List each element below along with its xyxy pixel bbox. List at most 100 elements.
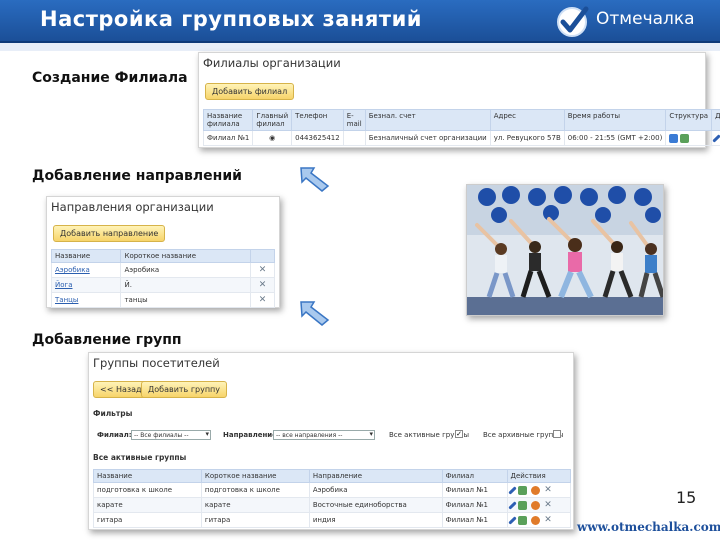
column-header: Структура [665,109,713,131]
table-row[interactable]: Аэробика Аэробика ✕ [50,262,275,278]
group-short: подготовка к школе [200,482,310,498]
users-group-icon[interactable] [517,500,527,510]
actions-cell: ✕ [506,482,572,498]
group-name: гитара [93,512,202,528]
edit-pencil-icon[interactable] [712,133,720,143]
add-direction-button[interactable]: Добавить направление [53,225,166,242]
section-branch-label: Создание Филиала [32,70,188,86]
branches-panel: Филиалы организации Добавить филиал Назв… [198,52,720,148]
directions-table: Название Короткое название Аэробика Аэро… [50,249,275,308]
delete-icon[interactable]: ✕ [544,500,552,510]
direction-select[interactable]: -- все направления -- [273,430,375,440]
users-group-icon[interactable] [517,485,527,495]
group-branch: Филиал №1 [441,497,508,513]
section-directions-label: Добавление направлений [32,168,242,184]
footer-url[interactable]: www.otmechalka.com [577,520,720,534]
page-title: Настройка групповых занятий [40,7,423,31]
table-header-row: Название Короткое название Направление Ф… [93,469,572,483]
branch-name: Филиал №1 [202,130,254,146]
direction-link[interactable]: Аэробика [55,266,90,274]
users-group-icon[interactable] [680,133,690,143]
table-row[interactable]: гитара гитара индия Филиал №1 ✕ [93,512,572,528]
table-row[interactable]: карате карате Восточные единоборства Фил… [93,497,572,513]
branch-select[interactable]: -- Все филиалы -- [131,430,211,440]
direction-link[interactable]: Танцы [55,296,78,304]
column-header: Короткое название [120,249,251,263]
column-header: Короткое название [200,469,310,483]
branch-address: ул. Ревуцкого 57В [489,130,565,146]
branch-email [342,130,366,146]
actions-cell: ✕ [506,512,572,528]
user-icon[interactable] [669,133,679,143]
group-name: подготовка к школе [93,482,202,498]
delete-icon[interactable]: ✕ [544,515,552,525]
column-header: Телефон [291,109,344,131]
page-number: 15 [676,488,697,507]
column-header: Название [93,469,202,483]
column-header: Направление [308,469,443,483]
add-group-button[interactable]: Добавить группу [141,381,228,398]
group-branch: Филиал №1 [441,482,508,498]
column-header: Действия [711,109,720,131]
delete-icon[interactable]: ✕ [544,485,552,495]
table-row[interactable]: Танцы танцы ✕ [50,292,275,308]
group-name: карате [93,497,202,513]
fitness-class-image [467,185,663,315]
edit-pencil-icon[interactable] [507,485,517,495]
delete-icon[interactable]: ✕ [259,280,267,290]
money-bag-icon[interactable] [531,515,540,525]
direction-short: Й. [120,277,251,293]
direction-link[interactable]: Йога [55,281,73,289]
table-header-row: Название филиала Главный филиал Телефон … [202,109,720,131]
group-branch: Филиал №1 [441,512,508,528]
delete-icon[interactable]: ✕ [259,265,267,275]
active-groups-list-title: Все активные группы [93,453,187,462]
table-header-row: Название Короткое название [50,249,275,263]
branch-phone: 0443625412 [291,130,344,146]
directions-panel: Направления организации Добавить направл… [46,196,280,308]
edit-pencil-icon[interactable] [507,500,517,510]
section-groups-label: Добавление групп [32,332,182,348]
structure-cell [665,130,713,146]
group-direction: Восточные единоборства [308,497,443,513]
delete-icon[interactable]: ✕ [259,295,267,305]
group-direction: Аэробика [308,482,443,498]
actions-cell: ✕ [711,130,720,146]
logo-text: Отмечалка [596,9,695,29]
branch-account: Безналичный счет организации [364,130,491,146]
group-short: гитара [200,512,310,528]
branches-table: Название филиала Главный филиал Телефон … [202,109,720,146]
direction-short: Аэробика [120,262,251,278]
group-direction: индия [308,512,443,528]
table-row[interactable]: Йога Й. ✕ [50,277,275,293]
column-header: Действия [506,469,572,483]
money-bag-icon[interactable] [531,485,540,495]
table-row[interactable]: подготовка к школе подготовка к школе Аэ… [93,482,572,498]
directions-panel-title: Направления организации [51,200,214,214]
money-bag-icon[interactable] [531,500,540,510]
edit-pencil-icon[interactable] [507,515,517,525]
checkmark-logo-icon [557,6,589,37]
groups-panel: Группы посетителей << Назад Добавить гру… [88,352,574,530]
filter-branch-label: Филиал: [97,431,132,439]
column-header: Название [50,249,122,263]
archive-groups-label: Все архивные группы [483,431,564,439]
filters-title: Фильтры [93,409,133,418]
archive-groups-checkbox[interactable] [553,430,561,438]
filter-direction-label: Направление: [223,431,280,439]
groups-table: Название Короткое название Направление Ф… [93,469,572,528]
column-header: Название филиала [202,109,254,131]
main-branch-radio[interactable]: ◉ [252,130,293,146]
groups-panel-title: Группы посетителей [93,356,220,370]
add-branch-button[interactable]: Добавить филиал [205,83,295,100]
users-group-icon[interactable] [517,515,527,525]
branch-hours: 06:00 - 21:55 (GMT +2:00) [563,130,667,146]
logo: Отмечалка [554,3,720,39]
active-groups-checkbox[interactable]: ✓ [455,430,463,438]
aerobics-photo [466,184,664,316]
column-header: Филиал [441,469,508,483]
column-header: Адрес [489,109,565,131]
table-row[interactable]: Филиал №1 ◉ 0443625412 Безналичный счет … [202,130,720,146]
header-bar: Настройка групповых занятий Отмечалка [0,0,720,51]
branches-panel-title: Филиалы организации [203,56,341,70]
